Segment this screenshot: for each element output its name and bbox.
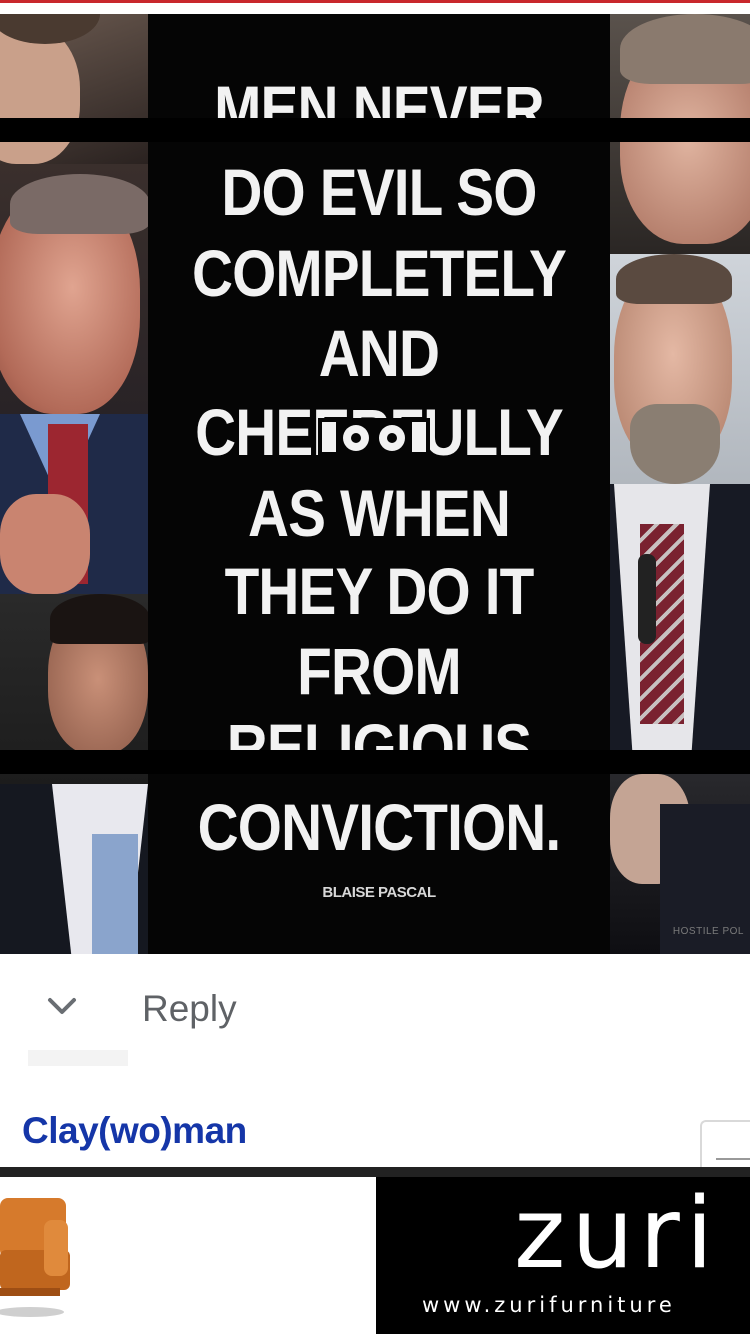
photo-left-speaker (0, 164, 148, 594)
quote-line-10: CONVICTION. (197, 790, 562, 864)
top-strip (0, 0, 750, 14)
quote-line-2: DO EVIL SO (221, 155, 537, 229)
top-accent-line (0, 0, 750, 3)
armchair-image[interactable] (0, 1190, 70, 1320)
ad-divider (0, 1167, 750, 1177)
photo-left-lower (0, 594, 148, 954)
quote-line-7: THEY DO IT (224, 554, 535, 628)
meme-image[interactable]: MEN NEVER DO EVIL SO COMPLETELY AND CHEE… (0, 14, 750, 954)
comment-username[interactable]: Clay(wo)man (22, 1110, 247, 1152)
brand-logo: zuri (514, 1177, 720, 1291)
quote-line-6: AS WHEN (247, 476, 511, 550)
reply-button[interactable]: Reply (142, 988, 237, 1030)
quote-line-3: COMPLETELY (191, 236, 567, 310)
glitch-bar-bottom (0, 750, 750, 774)
quote-line-8: FROM (297, 634, 462, 708)
faint-separator (28, 1050, 128, 1066)
quote-attribution: BLAISE PASCAL (322, 884, 436, 901)
ad-brand-panel[interactable]: zuri www.zurifurniture (376, 1177, 750, 1334)
photo-right-speaker (610, 254, 750, 764)
minus-icon (716, 1158, 750, 1160)
media-reel-icon (318, 418, 430, 456)
image-watermark: HOSTILE POL (672, 926, 744, 937)
quote-line-4: AND (318, 316, 440, 390)
chevron-down-icon[interactable] (46, 994, 78, 1018)
screen: MEN NEVER DO EVIL SO COMPLETELY AND CHEE… (0, 0, 750, 1334)
brand-url: www.zurifurniture (422, 1293, 676, 1317)
glitch-bar-top (0, 118, 750, 142)
